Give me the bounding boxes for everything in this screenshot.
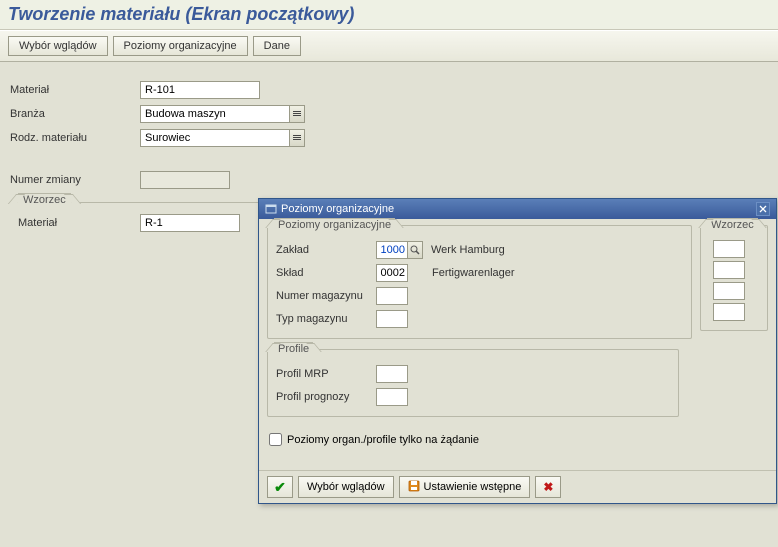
mrp-profile-label: Profil MRP (276, 368, 376, 380)
profile-fieldset-title: Profile (274, 342, 313, 355)
on-request-checkbox[interactable] (269, 433, 282, 446)
row-wh-type: Typ magazynu (276, 309, 683, 329)
wh-type-input[interactable] (376, 310, 408, 328)
save-icon (408, 480, 420, 495)
mat-type-input[interactable] (140, 129, 290, 147)
fcst-profile-input[interactable] (376, 388, 408, 406)
row-plant: Zakład Werk Hamburg (276, 240, 683, 260)
change-no-input[interactable] (140, 171, 230, 189)
dialog-content: Poziomy organizacyjne Zakład Werk Hambur… (259, 219, 776, 470)
list-icon (293, 111, 301, 117)
sloc-label: Skład (276, 267, 376, 279)
cancel-button[interactable]: ✖ (535, 476, 561, 498)
profile-fieldset: Profile Profil MRP Profil prognozy (267, 349, 679, 417)
list-icon (293, 135, 301, 141)
ref-wh-no-input[interactable] (713, 282, 745, 300)
dialog-reference-title: Wzorzec (707, 218, 758, 231)
row-change-no: Numer zmiany (10, 170, 768, 190)
dialog-title-bar: Poziomy organizacyjne (259, 199, 776, 219)
row-mrp-profile: Profil MRP (276, 364, 670, 384)
industry-input[interactable] (140, 105, 290, 123)
ref-wh-type-input[interactable] (713, 303, 745, 321)
plant-desc: Werk Hamburg (431, 244, 505, 256)
row-wh-no: Numer magazynu (276, 286, 683, 306)
ref-sloc-input[interactable] (713, 261, 745, 279)
search-help-icon (410, 245, 420, 255)
dialog-button-bar: ✔ Wybór wglądów Ustawienie wstępne ✖ (259, 470, 776, 503)
industry-dropdown-button[interactable] (289, 105, 305, 123)
plant-f4-button[interactable] (407, 241, 423, 259)
ref-material-label: Materiał (18, 217, 140, 229)
title-bar: Tworzenie materiału (Ekran początkowy) (0, 0, 778, 30)
reference-group-title: Wzorzec (18, 193, 71, 206)
default-setting-button[interactable]: Ustawienie wstępne (399, 476, 531, 498)
dialog-close-button[interactable] (756, 202, 770, 216)
check-icon: ✔ (274, 479, 286, 496)
change-no-label: Numer zmiany (10, 174, 140, 186)
mrp-profile-input[interactable] (376, 365, 408, 383)
dialog-reference-fieldset: Wzorzec (700, 225, 768, 331)
mat-type-dropdown-button[interactable] (289, 129, 305, 147)
material-label: Materiał (10, 84, 140, 96)
data-button[interactable]: Dane (253, 36, 301, 56)
default-setting-label: Ustawienie wstępne (424, 481, 522, 493)
plant-label: Zakład (276, 244, 376, 256)
sloc-desc: Fertigwarenlager (432, 267, 515, 279)
fcst-profile-label: Profil prognozy (276, 391, 376, 403)
material-input[interactable] (140, 81, 260, 99)
page-title: Tworzenie materiału (Ekran początkowy) (8, 4, 770, 25)
wh-no-label: Numer magazynu (276, 290, 376, 302)
dialog-title: Poziomy organizacyjne (281, 203, 394, 215)
on-request-check-row: Poziomy organ./profile tylko na żądanie (267, 427, 768, 464)
wh-no-input[interactable] (376, 287, 408, 305)
cancel-icon: ✖ (543, 480, 553, 494)
org-levels-button[interactable]: Poziomy organizacyjne (113, 36, 248, 56)
mat-type-label: Rodz. materiału (10, 132, 140, 144)
ref-plant-input[interactable] (713, 240, 745, 258)
sloc-input[interactable] (376, 264, 408, 282)
views-button[interactable]: Wybór wglądów (8, 36, 108, 56)
wh-type-label: Typ magazynu (276, 313, 376, 325)
org-levels-fieldset: Poziomy organizacyjne Zakład Werk Hambur… (267, 225, 692, 339)
ok-button[interactable]: ✔ (267, 476, 293, 498)
main-toolbar: Wybór wglądów Poziomy organizacyjne Dane (0, 30, 778, 62)
row-sloc: Skład Fertigwarenlager (276, 263, 683, 283)
row-industry: Branża (10, 104, 768, 124)
on-request-label: Poziomy organ./profile tylko na żądanie (287, 434, 479, 446)
ref-material-input[interactable] (140, 214, 240, 232)
org-levels-fieldset-title: Poziomy organizacyjne (274, 218, 395, 231)
row-mat-type: Rodz. materiału (10, 128, 768, 148)
row-fcst-profile: Profil prognozy (276, 387, 670, 407)
dialog-icon (265, 203, 277, 215)
close-icon (759, 205, 767, 213)
industry-label: Branża (10, 108, 140, 120)
plant-input[interactable] (376, 241, 408, 259)
dialog-views-button[interactable]: Wybór wglądów (298, 476, 394, 498)
org-levels-dialog: Poziomy organizacyjne Poziomy organizacy… (258, 198, 777, 504)
row-material: Materiał (10, 80, 768, 100)
